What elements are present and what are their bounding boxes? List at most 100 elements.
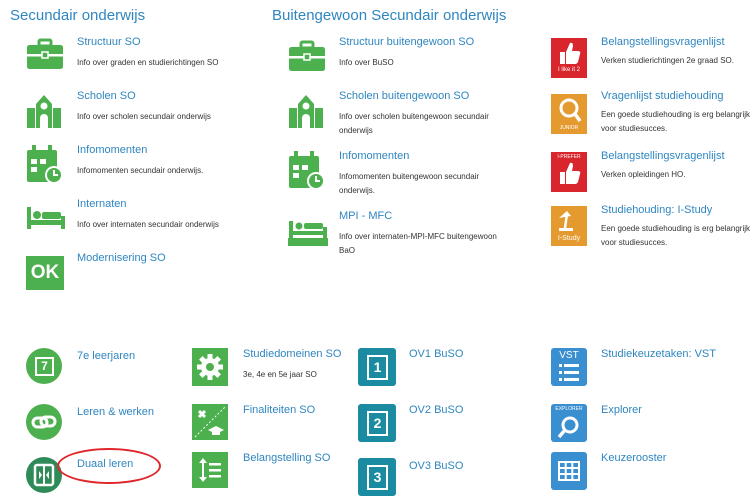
ov3-icon: 3 <box>358 458 396 496</box>
bed-icon <box>26 206 66 230</box>
thumbs-up-icon: I-PREFER <box>551 152 587 192</box>
tile-belangstellingsvragenlijst-ho[interactable]: I-PREFER Belangstellingsvragenlijst Verk… <box>551 150 753 196</box>
tile-title: Structuur buitengewoon SO <box>339 36 475 48</box>
tile-mpi-mfc[interactable]: MPI - MFC MPI - MFC Info over internaten… <box>288 210 518 256</box>
link-icon <box>26 404 62 440</box>
tile-description: Info over BuSO <box>339 58 394 67</box>
grid-table-icon <box>551 452 587 490</box>
tile-modernisering-so[interactable]: OK Modernisering SO <box>26 252 256 292</box>
tile-title: Duaal leren <box>77 458 134 470</box>
tile-ov3-buso[interactable]: 3 OV3 BuSO <box>358 458 518 498</box>
magnifier-study-icon-label: JUNIOR <box>559 125 579 131</box>
tile-ov2-buso[interactable]: 2 OV2 BuSO <box>358 404 518 446</box>
tile-title: Explorer <box>601 404 642 416</box>
calendar-clock-icon <box>288 150 326 192</box>
tile-title: Finaliteiten SO <box>243 404 316 416</box>
tile-title: Belangstelling SO <box>243 452 331 464</box>
tile-description: Verken opleidingen HO. <box>601 170 686 179</box>
tile-vragenlijst-studiehouding[interactable]: JUNIOR Vragenlijst studiehouding Een goe… <box>551 90 753 136</box>
thumbs-up-icon: I like it 2 <box>551 38 587 78</box>
tile-title: Structuur SO <box>77 36 141 48</box>
tile-description: Info over scholen buitengewoon secundair… <box>339 112 489 135</box>
school-building-icon <box>288 94 324 128</box>
section-title-buitengewoon: Buitengewoon Secundair onderwijs <box>272 7 507 24</box>
tile-title: Modernisering SO <box>77 252 166 264</box>
tile-title: MPI - MFC <box>339 210 393 222</box>
tile-infomomenten-so[interactable]: Infomomenten Infomomenten secundair onde… <box>26 144 256 188</box>
tile-title: Studiekeuzetaken: VST <box>601 348 716 360</box>
desk-lamp-icon: I-Study <box>551 206 587 246</box>
tile-title: 7e leerjaren <box>77 350 136 362</box>
tile-description: Infomomenten buitengewoon secundair onde… <box>339 172 480 195</box>
ov1-icon-label: 1 <box>367 355 388 380</box>
tile-title: Leren & werken <box>77 406 155 418</box>
tile-description: Info over scholen secundair onderwijs <box>77 112 211 121</box>
thumbs-up-icon-label: I-PREFER <box>557 154 581 160</box>
thumbs-up-icon-label: I like it 2 <box>557 67 580 73</box>
tile-finaliteiten-so[interactable]: Finaliteiten SO <box>192 404 352 446</box>
tile-title: Belangstellingsvragenlijst <box>601 36 725 48</box>
explorer-magnifier-icon: EXPLORER <box>551 404 587 442</box>
tile-explorer[interactable]: EXPLORER Explorer <box>551 404 753 446</box>
briefcase-icon <box>288 38 326 72</box>
ov3-icon-label: 3 <box>367 465 388 490</box>
tile-studiehouding-i-study[interactable]: I-Study Studiehouding: I-Study Een goede… <box>551 204 753 250</box>
tools-graduation-icon <box>192 404 228 440</box>
briefcase-icon <box>26 36 64 70</box>
tile-title: OV1 BuSO <box>409 348 464 360</box>
magnifier-study-icon: JUNIOR <box>551 94 587 134</box>
calendar-clock-icon <box>26 144 64 186</box>
tile-title: Belangstellingsvragenlijst <box>601 150 725 162</box>
number-7-icon: 7 <box>26 348 62 384</box>
school-building-icon <box>26 94 62 128</box>
tile-description: Info over graden en studierichtingen SO <box>77 58 219 67</box>
tile-leren-werken[interactable]: Leren & werken <box>26 404 176 444</box>
tile-description: Een goede studiehouding is erg belangrij… <box>601 224 750 247</box>
ov1-icon: 1 <box>358 348 396 386</box>
tile-title: Internaten <box>77 198 127 210</box>
ov2-icon-label: 2 <box>367 411 388 436</box>
tile-title: Infomomenten <box>339 150 410 162</box>
arrows-lines-icon <box>192 452 228 488</box>
tile-7e-leerjaren[interactable]: 7 7e leerjaren <box>26 348 176 388</box>
tile-description: 3e, 4e en 5e jaar SO <box>243 370 317 379</box>
tile-studiekeuzetaken-vst[interactable]: VST Studiekeuzetaken: VST <box>551 348 753 390</box>
tile-studiedomeinen-so[interactable]: Studiedomeinen SO 3e, 4e en 5e jaar SO <box>192 348 352 390</box>
tile-title: Infomomenten <box>77 144 148 156</box>
explorer-icon-label: EXPLORER <box>555 406 583 412</box>
tile-title: Studiehouding: I-Study <box>601 204 713 216</box>
tile-description: Een goede studiehouding is erg belangrij… <box>601 110 750 133</box>
desk-lamp-icon-label: I-Study <box>557 235 581 242</box>
tile-description: Info over internaten-MPI-MFC buitengewoo… <box>339 232 497 255</box>
tile-belangstelling-so[interactable]: Belangstelling SO <box>192 452 352 494</box>
tile-title: Scholen SO <box>77 90 136 102</box>
tile-structuur-so[interactable]: Structuur SO Info over graden en studier… <box>26 36 256 78</box>
vst-icon-label: VST <box>559 350 579 361</box>
tile-scholen-buitengewoon-so[interactable]: Scholen buitengewoon SO Info over schole… <box>288 90 518 136</box>
ov2-icon: 2 <box>358 404 396 442</box>
tile-title: OV2 BuSO <box>409 404 464 416</box>
vst-list-icon: VST <box>551 348 587 386</box>
tile-infomomenten-buitengewoon[interactable]: Infomomenten Infomomenten buitengewoon s… <box>288 150 518 196</box>
tile-title: Studiedomeinen SO <box>243 348 342 360</box>
number-7-icon-label: 7 <box>35 357 54 376</box>
tile-title: Keuzerooster <box>601 452 667 464</box>
dual-learning-icon <box>26 456 62 494</box>
tile-structuur-buitengewoon-so[interactable]: Structuur buitengewoon SO Info over BuSO <box>288 36 518 78</box>
section-title-secundair: Secundair onderwijs <box>10 7 146 24</box>
tile-title: Scholen buitengewoon SO <box>339 90 470 102</box>
mpi-mfc-bed-icon: MPI - MFC <box>288 220 328 254</box>
tile-description: Infomomenten secundair onderwijs. <box>77 166 204 175</box>
tile-keuzerooster[interactable]: Keuzerooster <box>551 452 753 494</box>
tile-title: Vragenlijst studiehouding <box>601 90 724 102</box>
tile-belangstellingsvragenlijst-2e-graad[interactable]: I like it 2 Belangstellingsvragenlijst V… <box>551 36 753 80</box>
tile-duaal-leren[interactable]: Duaal leren <box>26 456 176 496</box>
tile-scholen-so[interactable]: Scholen SO Info over scholen secundair o… <box>26 90 256 132</box>
mpi-mfc-icon-label: MPI - MFC <box>293 248 323 254</box>
ok-icon: OK <box>26 256 64 290</box>
tile-internaten[interactable]: Internaten Info over internaten secundai… <box>26 198 256 240</box>
gear-icon <box>192 348 228 386</box>
tile-ov1-buso[interactable]: 1 OV1 BuSO <box>358 348 518 390</box>
tile-description: Info over internaten secundair onderwijs <box>77 220 219 229</box>
tile-title: OV3 BuSO <box>409 460 464 472</box>
